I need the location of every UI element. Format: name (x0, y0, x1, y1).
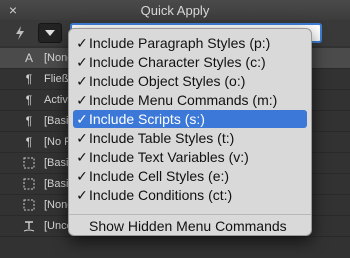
menu-item-include-character-styles[interactable]: ✓ Include Character Styles (c:) (73, 53, 307, 71)
object-frame-icon (22, 198, 36, 212)
triangle-down-icon (45, 30, 55, 36)
pilcrow-icon: ¶ (25, 72, 33, 86)
checkmark-icon: ✓ (76, 130, 88, 146)
object-frame-icon (22, 177, 36, 191)
checkmark-icon: ✓ (76, 168, 88, 184)
text-A-icon: A (24, 51, 33, 65)
checkmark-icon: ✓ (76, 149, 88, 165)
title-bar: × Quick Apply (0, 0, 350, 21)
menu-item-show-hidden-menu-commands[interactable]: Show Hidden Menu Commands (73, 217, 307, 235)
menu-item-label: Include Table Styles (t:) (89, 130, 235, 146)
menu-item-label: Include Object Styles (o:) (89, 73, 246, 89)
menu-item-include-menu-commands[interactable]: ✓ Include Menu Commands (m:) (73, 91, 307, 109)
options-dropdown-button[interactable] (38, 23, 62, 43)
window-title: Quick Apply (140, 3, 210, 18)
checkmark-icon: ✓ (76, 187, 88, 203)
checkmark-icon: ✓ (76, 54, 88, 70)
options-menu: ✓ Include Paragraph Styles (p:) ✓ Includ… (68, 28, 312, 236)
menu-item-include-cell-styles[interactable]: ✓ Include Cell Styles (e:) (73, 167, 307, 185)
pilcrow-icon: ¶ (25, 135, 33, 149)
menu-item-label: Include Character Styles (c:) (89, 54, 266, 70)
menu-item-label: Include Paragraph Styles (p:) (89, 35, 271, 51)
pilcrow-icon: ¶ (25, 114, 33, 128)
quick-apply-panel: × Quick Apply A [None] ¶ Fließ ¶ Active (0, 0, 350, 258)
menu-item-include-paragraph-styles[interactable]: ✓ Include Paragraph Styles (p:) (73, 34, 307, 52)
menu-item-include-object-styles[interactable]: ✓ Include Object Styles (o:) (73, 72, 307, 90)
checkmark-icon: ✓ (76, 92, 88, 108)
conditional-text-icon (22, 219, 36, 233)
lightning-icon (16, 26, 24, 40)
menu-item-label: Include Cell Styles (e:) (89, 168, 230, 184)
menu-item-include-text-variables[interactable]: ✓ Include Text Variables (v:) (73, 148, 307, 166)
object-frame-icon (22, 156, 36, 170)
menu-item-label: Include Text Variables (v:) (89, 149, 249, 165)
checkmark-icon: ✓ (76, 73, 88, 89)
menu-item-include-scripts[interactable]: ✓ Include Scripts (s:) (73, 110, 307, 128)
checkmark-icon: ✓ (76, 111, 88, 127)
menu-separator (69, 214, 311, 215)
list-item-label: Fließ (44, 73, 69, 85)
pilcrow-icon: ¶ (25, 93, 33, 107)
menu-item-label: Show Hidden Menu Commands (89, 218, 287, 234)
menu-item-include-conditions[interactable]: ✓ Include Conditions (ct:) (73, 186, 307, 204)
checkmark-icon: ✓ (76, 35, 88, 51)
menu-item-include-table-styles[interactable]: ✓ Include Table Styles (t:) (73, 129, 307, 147)
menu-item-label: Include Conditions (ct:) (89, 187, 233, 203)
menu-item-label: Include Scripts (s:) (89, 111, 205, 127)
menu-item-label: Include Menu Commands (m:) (89, 92, 278, 108)
quick-apply-button[interactable] (8, 23, 32, 43)
